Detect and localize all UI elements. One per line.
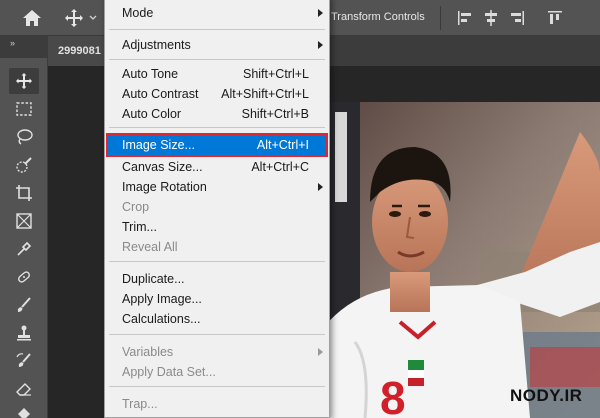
move-tool-preset-button[interactable] [62,6,98,30]
menu-separator [109,29,325,30]
move-icon [65,9,83,27]
clone-stamp-icon [17,325,31,341]
lasso-tool-button[interactable] [9,124,39,150]
document-tab-label: 2999081 [58,45,101,57]
align-left-icon[interactable] [455,8,475,28]
chevron-down-icon [89,15,97,20]
eyedropper-tool-button[interactable] [9,236,39,262]
quick-selection-icon [16,157,32,173]
healing-brush-tool-button[interactable] [9,264,39,290]
menu-item-apply-data-set: Apply Data Set... [122,365,216,379]
image-menu: Mode Adjustments Auto Tone Shift+Ctrl+L … [104,0,330,418]
brush-icon [17,297,31,312]
menu-item-apply-image[interactable]: Apply Image... [105,289,329,309]
eyedropper-icon [17,241,32,256]
frame-icon [16,213,32,229]
document-tab[interactable]: 2999081 [48,36,108,66]
marquee-icon [16,102,32,116]
panel-collapse-icon[interactable]: » [10,38,15,48]
home-button[interactable] [18,6,46,30]
menu-item-trim[interactable]: Trim... [105,217,329,237]
menu-item-calculations[interactable]: Calculations... [105,309,329,329]
menu-item-auto-color[interactable]: Auto Color Shift+Ctrl+B [105,104,329,124]
history-brush-tool-button[interactable] [9,348,39,374]
align-top-icon[interactable] [545,8,565,28]
menu-item-auto-tone[interactable]: Auto Tone Shift+Ctrl+L [105,64,329,84]
menu-item-reveal-all: Reveal All [122,240,178,254]
submenu-arrow-icon [318,41,323,49]
paint-bucket-tool-button[interactable] [9,402,39,418]
site-watermark: NODY.IR [510,386,583,405]
menu-separator [109,127,325,128]
menu-item-mode[interactable]: Mode [105,3,329,23]
brush-tool-button[interactable] [9,292,39,318]
clone-stamp-tool-button[interactable] [9,320,39,346]
menu-item-duplicate[interactable]: Duplicate... [105,269,329,289]
history-brush-icon [16,353,31,367]
move-tool-button[interactable] [9,68,39,94]
move-tool-icon [16,73,32,89]
menu-item-image-rotation[interactable]: Image Rotation [105,177,329,197]
eraser-icon [16,383,31,396]
lasso-icon [17,129,33,145]
healing-brush-icon [18,271,30,283]
eraser-tool-button[interactable] [9,376,39,402]
document-image: 8 [330,102,600,418]
jersey-number: 8 [380,372,406,418]
home-icon [23,10,41,26]
menu-item-adjustments[interactable]: Adjustments [105,35,329,55]
menu-item-variables: Variables [105,342,329,362]
menu-item-auto-contrast[interactable]: Auto Contrast Alt+Shift+Ctrl+L [105,84,329,104]
transform-controls-label[interactable]: Transform Controls [331,11,425,23]
menu-separator [109,261,325,262]
align-center-icon[interactable] [481,8,501,28]
menu-separator [109,59,325,60]
menu-item-crop: Crop [122,200,150,214]
align-right-icon[interactable] [507,8,527,28]
submenu-arrow-icon [318,9,323,17]
frame-tool-button[interactable] [9,208,39,234]
menu-separator [109,386,325,387]
menu-item-image-size[interactable]: Image Size... Alt+Ctrl+I [106,133,328,157]
marquee-tool-button[interactable] [9,96,39,122]
tools-panel [0,58,48,418]
options-divider [440,6,441,30]
menu-item-canvas-size[interactable]: Canvas Size... Alt+Ctrl+C [105,157,329,177]
menu-separator [109,334,325,335]
submenu-arrow-icon [318,183,323,191]
paint-bucket-icon [18,408,30,418]
quick-selection-tool-button[interactable] [9,152,39,178]
crop-icon [16,185,32,201]
player-photo: 8 [330,102,600,418]
submenu-arrow-icon [318,348,323,356]
menu-item-trap: Trap... [122,397,158,411]
crop-tool-button[interactable] [9,180,39,206]
